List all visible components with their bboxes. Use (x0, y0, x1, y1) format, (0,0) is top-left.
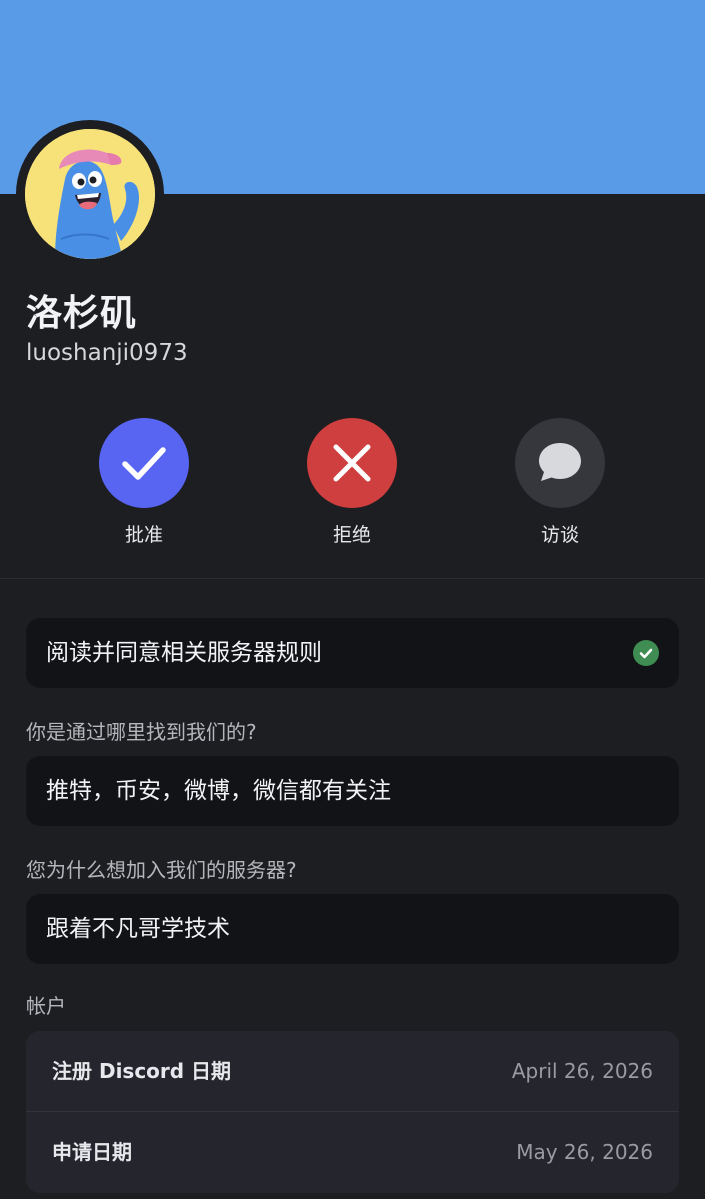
account-row-value: April 26, 2026 (511, 1059, 653, 1083)
chat-bubble-icon (539, 443, 581, 481)
application-review-page: 洛杉矶 luoshanji0973 批准 拒绝 访谈 阅读并同意相关服务器规则 (0, 0, 705, 1199)
account-row-applied: 申请日期 May 26, 2026 (26, 1112, 679, 1192)
approve-label: 批准 (124, 524, 163, 546)
section-divider (0, 578, 705, 579)
answer-card: 推特，币安，微博，微信都有关注 (26, 756, 679, 826)
rules-agreement-card: 阅读并同意相关服务器规则 (26, 618, 679, 688)
answer-text: 跟着不凡哥学技术 (46, 916, 230, 942)
check-circle-icon (633, 640, 659, 666)
question-label: 你是通过哪里找到我们的? (26, 720, 257, 744)
account-heading: 帐户 (26, 994, 66, 1018)
checkmark-icon (122, 447, 166, 480)
avatar[interactable] (25, 129, 155, 259)
reject-button[interactable]: 拒绝 (272, 418, 432, 547)
account-row-label: 申请日期 (52, 1140, 132, 1164)
avatar-character-icon (25, 129, 155, 259)
account-row-registered: 注册 Discord 日期 April 26, 2026 (26, 1031, 679, 1111)
approve-button[interactable]: 批准 (64, 418, 224, 547)
display-name: 洛杉矶 (26, 293, 138, 334)
account-info-box: 注册 Discord 日期 April 26, 2026 申请日期 May 26… (26, 1031, 679, 1193)
avatar-ring (16, 120, 164, 268)
interview-label: 访谈 (540, 524, 579, 546)
reject-label: 拒绝 (332, 524, 371, 546)
answer-card: 跟着不凡哥学技术 (26, 894, 679, 964)
answer-text: 推特，币安，微博，微信都有关注 (46, 778, 391, 804)
rules-agreement-text: 阅读并同意相关服务器规则 (46, 640, 322, 666)
close-icon (333, 444, 371, 482)
interview-circle[interactable] (515, 418, 605, 508)
interview-button[interactable]: 访谈 (480, 418, 640, 547)
reject-circle[interactable] (307, 418, 397, 508)
approve-circle[interactable] (99, 418, 189, 508)
question-label: 您为什么想加入我们的服务器? (26, 858, 297, 882)
username: luoshanji0973 (26, 340, 188, 366)
account-row-value: May 26, 2026 (516, 1140, 653, 1164)
account-row-label: 注册 Discord 日期 (52, 1059, 232, 1083)
